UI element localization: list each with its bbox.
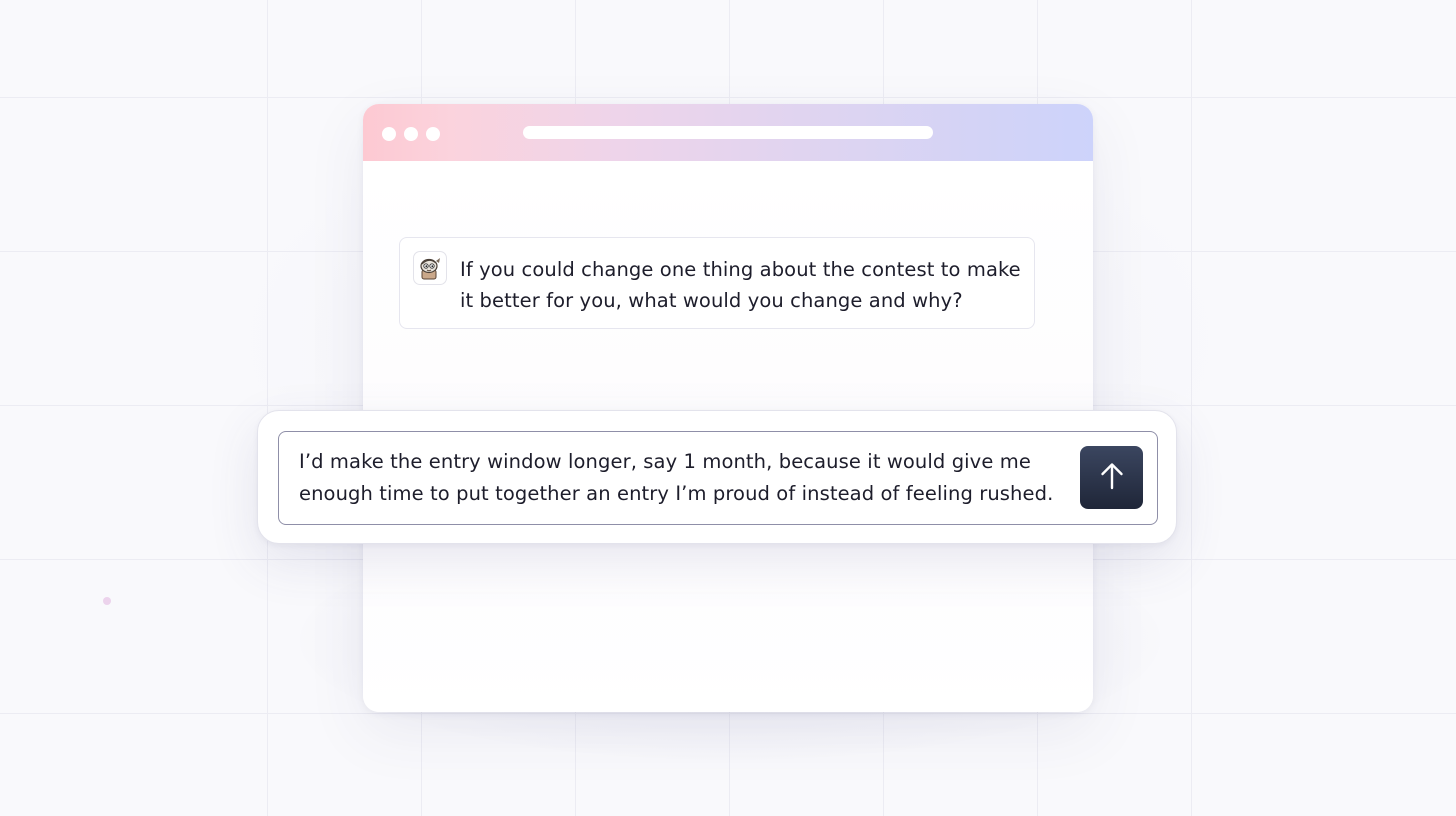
window-dot-minimize[interactable] (404, 127, 418, 141)
window-titlebar (363, 104, 1093, 161)
address-bar[interactable] (523, 126, 933, 139)
answer-input[interactable]: I’d make the entry window longer, say 1 … (278, 431, 1158, 525)
arrow-up-icon (1099, 461, 1125, 494)
window-controls (382, 127, 440, 141)
question-text: If you could change one thing about the … (460, 258, 1021, 312)
question-card: If you could change one thing about the … (399, 237, 1035, 329)
window-dot-maximize[interactable] (426, 127, 440, 141)
decorative-dot (103, 597, 111, 605)
send-button[interactable] (1080, 446, 1143, 509)
window-dot-close[interactable] (382, 127, 396, 141)
answer-composer: I’d make the entry window longer, say 1 … (257, 410, 1177, 544)
answer-text[interactable]: I’d make the entry window longer, say 1 … (299, 446, 1069, 510)
cartoon-character-icon (413, 251, 447, 285)
stage: If you could change one thing about the … (0, 0, 1456, 816)
browser-window: If you could change one thing about the … (363, 104, 1093, 712)
